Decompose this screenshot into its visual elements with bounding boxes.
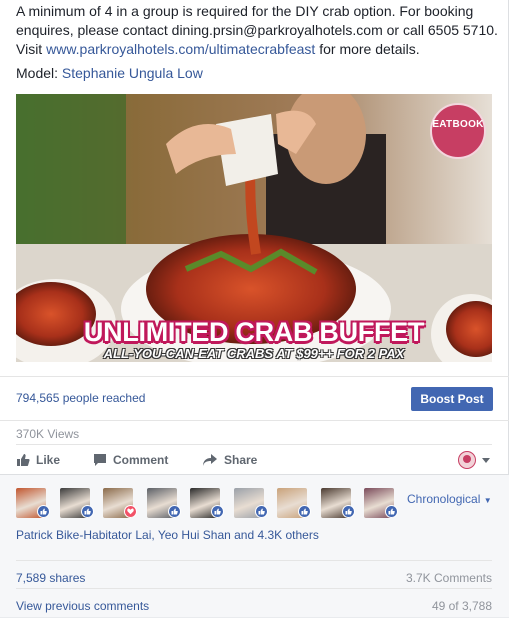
- thumbs-up-icon: [17, 454, 30, 466]
- boost-post-button[interactable]: Boost Post: [411, 387, 493, 411]
- love-reaction-icon: [124, 505, 137, 518]
- comment-label: Comment: [113, 453, 169, 467]
- like-label: Like: [36, 453, 61, 467]
- model-label: Model:: [16, 65, 62, 81]
- comment-button[interactable]: Comment: [93, 451, 168, 469]
- like-reaction-icon: [167, 505, 181, 518]
- share-stats-row: 7,589 shares 3.7K Comments: [16, 560, 492, 586]
- insights-row: 794,565 people reached Boost Post: [0, 376, 509, 420]
- action-bar: Like Comment Share: [16, 444, 492, 474]
- eatbook-logo: EATBOOK: [430, 103, 486, 159]
- comment-page-count: 49 of 3,788: [431, 599, 492, 613]
- likers-summary[interactable]: Patrick Bike-Habitator Lai, Yeo Hui Shan…: [16, 528, 319, 542]
- model-link[interactable]: Stephanie Ungula Low: [62, 65, 203, 81]
- sort-label: Chronological: [407, 492, 481, 506]
- comments-pager: View previous comments 49 of 3,788: [16, 588, 492, 618]
- share-label: Share: [224, 453, 258, 467]
- like-reaction-icon: [37, 505, 50, 518]
- video-thumbnail[interactable]: EATBOOK UNLIMITED CRAB BUFFET ALL-YOU-CA…: [16, 94, 492, 362]
- post-text: A minimum of 4 in a group is required fo…: [16, 2, 498, 59]
- people-reached[interactable]: 794,565 people reached: [16, 391, 145, 405]
- comment-count: 3.7K Comments: [405, 571, 492, 585]
- reactions-section: Chronological ▼ Patrick Bike-Habitator L…: [0, 474, 509, 617]
- reactor-avatars: [16, 488, 398, 522]
- like-reaction-icon: [385, 505, 398, 518]
- caret-down-icon: ▼: [483, 496, 492, 505]
- post-tail: for more details.: [315, 41, 420, 57]
- share-count[interactable]: 7,589 shares: [16, 571, 85, 585]
- like-reaction-icon: [254, 505, 268, 518]
- like-button[interactable]: Like: [16, 451, 60, 469]
- share-arrow-icon: [203, 454, 217, 466]
- view-count: 370K Views: [16, 427, 80, 441]
- view-previous-comments-link[interactable]: View previous comments: [16, 599, 149, 613]
- comment-icon: [94, 454, 106, 466]
- hotel-link[interactable]: www.parkroyalhotels.com/ultimatecrabfeas…: [46, 41, 315, 57]
- video-headline: UNLIMITED CRAB BUFFET: [83, 317, 425, 347]
- reaction-selector[interactable]: [458, 451, 491, 469]
- like-reaction-icon: [298, 505, 311, 518]
- views-row: 370K Views: [0, 420, 509, 444]
- sort-chronological[interactable]: Chronological ▼: [407, 492, 492, 506]
- like-reaction-icon: [211, 505, 224, 518]
- model-credit: Model: Stephanie Ungula Low: [16, 64, 203, 83]
- post-card: A minimum of 4 in a group is required fo…: [0, 0, 509, 617]
- like-reaction-icon: [80, 505, 94, 518]
- like-reaction-icon: [341, 505, 355, 518]
- video-subline: ALL-YOU-CAN-EAT CRABS AT $99++ FOR 2 PAX: [103, 346, 405, 361]
- profile-avatar-icon: [458, 451, 476, 469]
- eatbook-logo-text: EATBOOK: [432, 119, 484, 130]
- caret-down-icon: [482, 458, 490, 463]
- share-button[interactable]: Share: [202, 451, 257, 469]
